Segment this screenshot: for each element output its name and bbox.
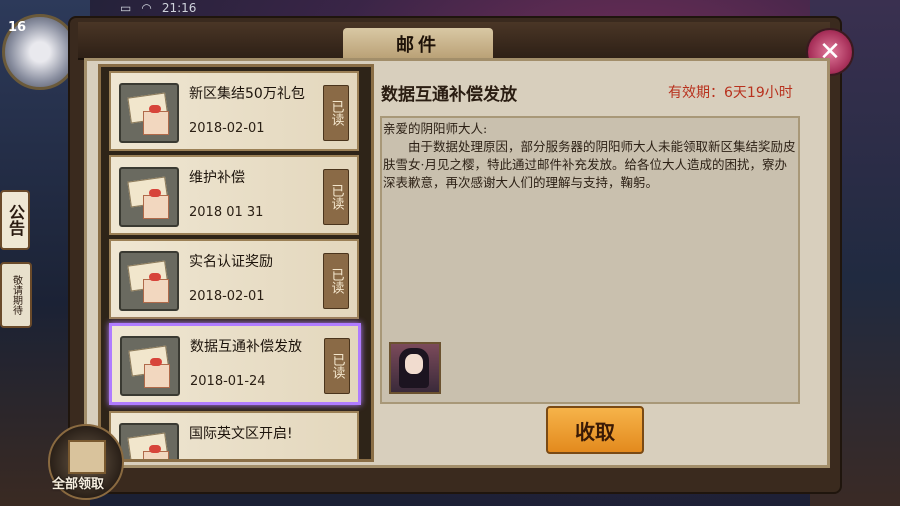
mail-date: 2018-01-24 bbox=[190, 374, 266, 389]
mail-title: 维护补偿 bbox=[189, 170, 245, 186]
read-tag: 已读 bbox=[323, 85, 349, 141]
mail-item[interactable]: 新区集结50万礼包 2018-02-01 已读 bbox=[109, 71, 359, 151]
mail-greeting: 亲爱的阴阳师大人: bbox=[383, 121, 488, 136]
battery-icon: ▭ bbox=[120, 1, 132, 15]
mail-list[interactable]: 新区集结50万礼包 2018-02-01 已读 维护补偿 2018 01 31 … bbox=[98, 64, 374, 462]
mail-body-text: 亲爱的阴阳师大人: 由于数据处理原因，部分服务器的阴阳师大人未能领取新区集结奖励… bbox=[383, 120, 797, 192]
mail-item[interactable]: 维护补偿 2018 01 31 已读 bbox=[109, 155, 359, 235]
coming-soon-button[interactable]: 敬请期待 bbox=[0, 262, 32, 328]
mail-title: 实名认证奖励 bbox=[189, 254, 273, 270]
mail-title: 新区集结50万礼包 bbox=[189, 86, 305, 102]
mail-item-selected[interactable]: 数据互通补偿发放 2018-01-24 已读 bbox=[109, 323, 361, 405]
detail-title: 数据互通补偿发放 bbox=[381, 85, 517, 105]
window-title: 邮件 bbox=[343, 28, 493, 60]
character-skin-icon[interactable] bbox=[389, 342, 441, 394]
collect-all-label: 全部领取 bbox=[52, 477, 105, 492]
mail-date: 2018-02-01 bbox=[189, 289, 265, 304]
mail-gift-icon bbox=[119, 83, 179, 143]
mail-title: 国际英文区开启! bbox=[189, 426, 293, 442]
read-tag: 已读 bbox=[324, 338, 350, 394]
wifi-icon: ◠ bbox=[141, 1, 152, 15]
status-bar: ▭ ◠ 21:16 bbox=[120, 0, 196, 16]
mail-gift-icon bbox=[119, 423, 179, 459]
player-level: 16 bbox=[8, 20, 27, 35]
mail-paragraph: 由于数据处理原因，部分服务器的阴阳师大人未能领取新区集结奖励皮肤雪女·月见之樱，… bbox=[383, 139, 796, 190]
mail-date: 2018 01 31 bbox=[189, 205, 264, 220]
mail-title: 数据互通补偿发放 bbox=[190, 339, 302, 355]
mail-item[interactable]: 国际英文区开启! bbox=[109, 411, 359, 459]
status-time: 21:16 bbox=[161, 1, 197, 15]
read-tag: 已读 bbox=[323, 253, 349, 309]
mail-date: 2018-02-01 bbox=[189, 121, 265, 136]
notice-button[interactable]: 公告 bbox=[0, 190, 30, 250]
mail-gift-icon bbox=[120, 336, 180, 396]
mail-gift-icon bbox=[119, 167, 179, 227]
gift-box-icon bbox=[68, 440, 106, 474]
mail-gift-icon bbox=[119, 251, 179, 311]
read-tag: 已读 bbox=[323, 169, 349, 225]
expire-label: 有效期：6天19小时 bbox=[668, 85, 793, 101]
mail-item[interactable]: 实名认证奖励 2018-02-01 已读 bbox=[109, 239, 359, 319]
collect-button[interactable]: 收取 bbox=[546, 406, 644, 454]
